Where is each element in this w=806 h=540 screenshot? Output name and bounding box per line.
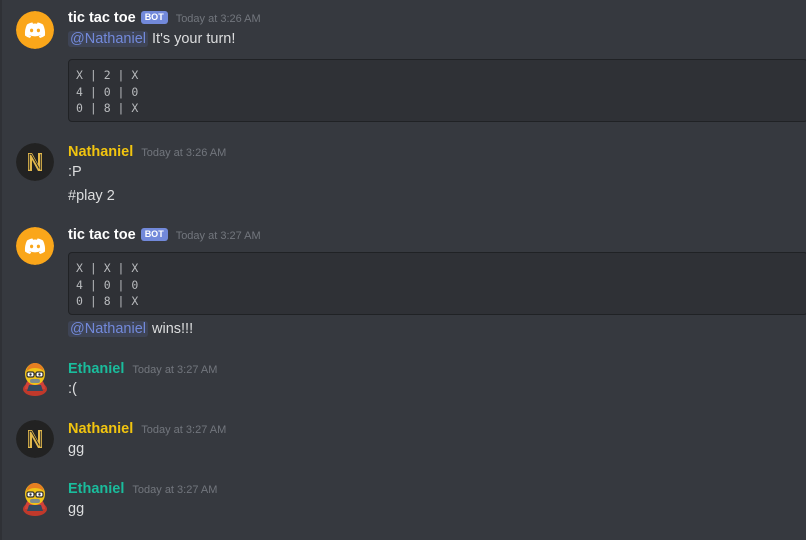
username[interactable]: tic tac toe	[68, 10, 136, 26]
username[interactable]: Nathaniel	[68, 421, 133, 437]
message-content: wins!!!	[147, 321, 194, 337]
code-line: 0 | 8 | X	[76, 294, 139, 308]
bot-badge: BOT	[140, 11, 168, 24]
timestamp[interactable]: Today at 3:26 AM	[141, 147, 226, 159]
user-mention[interactable]: @Nathaniel	[68, 321, 148, 337]
discord-logo-icon[interactable]	[16, 11, 54, 49]
message-header: tic tac toe BOT Today at 3:26 AM	[68, 10, 261, 26]
timestamp[interactable]: Today at 3:27 AM	[132, 364, 217, 376]
code-line: X | 2 | X	[76, 68, 139, 82]
username[interactable]: tic tac toe	[68, 227, 136, 243]
timestamp[interactable]: Today at 3:26 AM	[176, 13, 261, 25]
message-text: @Nathaniel It's your turn!	[68, 29, 235, 49]
message-text: :P	[68, 164, 82, 180]
n-monogram-icon[interactable]	[16, 420, 54, 458]
timestamp[interactable]: Today at 3:27 AM	[132, 484, 217, 496]
code-block: X | 2 | X 4 | 0 | 0 0 | 8 | X	[68, 59, 806, 122]
message-text: gg	[68, 441, 85, 457]
message-text: #play 2	[68, 188, 115, 204]
code-line: 4 | 0 | 0	[76, 84, 139, 99]
message-text: gg	[68, 501, 85, 517]
code-line: 4 | 0 | 0	[76, 277, 139, 292]
message-header: Nathaniel Today at 3:26 AM	[68, 144, 226, 160]
message-content: It's your turn!	[147, 31, 236, 47]
username[interactable]: Ethaniel	[68, 361, 124, 377]
discord-logo-icon[interactable]	[16, 227, 54, 265]
bot-badge: BOT	[140, 228, 168, 241]
n-monogram-icon[interactable]	[16, 143, 54, 181]
code-line: 0 | 8 | X	[76, 101, 139, 115]
username[interactable]: Nathaniel	[68, 144, 133, 160]
message-header: Ethaniel Today at 3:27 AM	[68, 361, 217, 377]
left-panel-edge	[0, 0, 2, 540]
username[interactable]: Ethaniel	[68, 481, 124, 497]
cartoon-character-icon[interactable]	[16, 359, 54, 397]
user-mention[interactable]: @Nathaniel	[68, 31, 148, 47]
message-text: @Nathaniel wins!!!	[68, 319, 193, 339]
message-text: :(	[68, 381, 77, 397]
code-block: X | X | X 4 | 0 | 0 0 | 8 | X	[68, 252, 806, 315]
message-header: Ethaniel Today at 3:27 AM	[68, 481, 217, 497]
timestamp[interactable]: Today at 3:27 AM	[141, 424, 226, 436]
code-line: X | X | X	[76, 261, 139, 275]
timestamp[interactable]: Today at 3:27 AM	[176, 230, 261, 242]
message-header: tic tac toe BOT Today at 3:27 AM	[68, 227, 261, 243]
cartoon-character-icon[interactable]	[16, 479, 54, 517]
message-header: Nathaniel Today at 3:27 AM	[68, 421, 226, 437]
